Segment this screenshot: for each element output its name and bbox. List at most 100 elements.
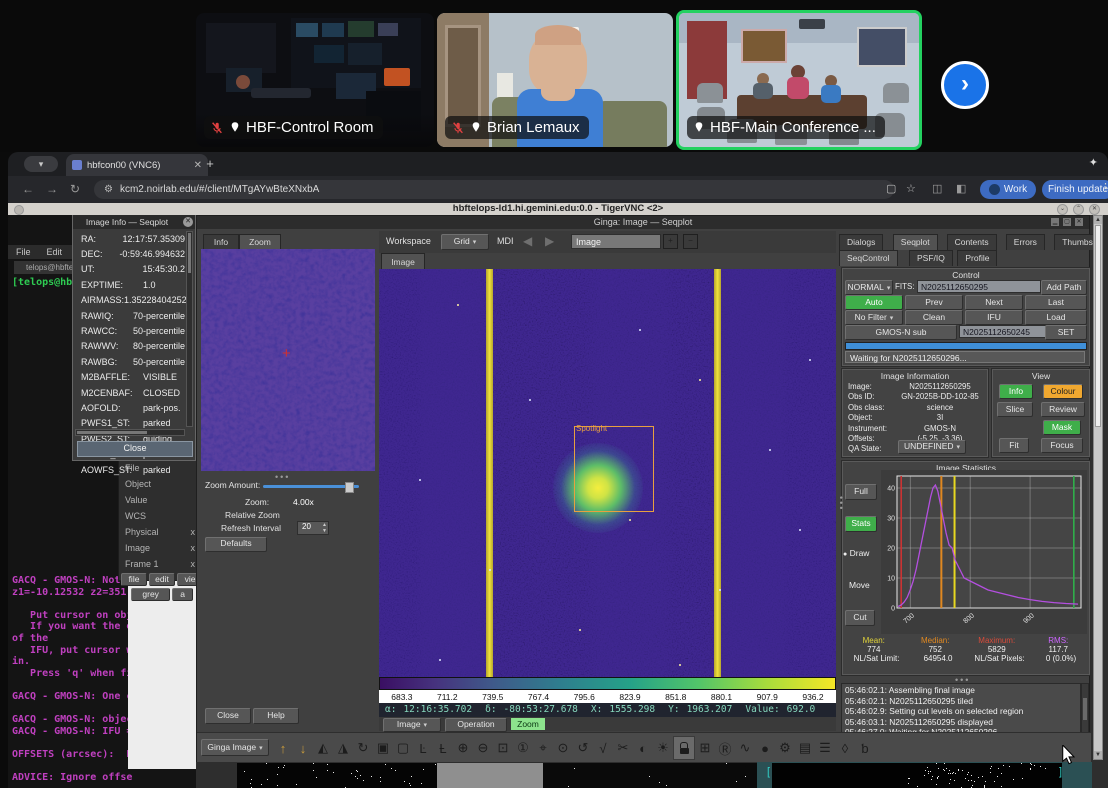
cuts-icon[interactable]: ✂ — [613, 737, 633, 759]
tab-contents[interactable]: Contents — [947, 234, 997, 250]
qa-state-select[interactable]: UNDEFINED▾ — [898, 440, 966, 454]
nav-forward-icon[interactable]: ▶ — [545, 234, 554, 248]
new-tab-button[interactable]: + — [202, 156, 218, 172]
wave-icon[interactable]: ∿ — [735, 737, 755, 759]
workspace-mode-select[interactable]: Grid▾ — [441, 234, 489, 250]
dialog-hscrollbar[interactable] — [75, 429, 185, 436]
channel-select[interactable]: Ginga Image▾ — [201, 739, 269, 756]
ginga-maximize-icon[interactable]: ▢ — [1063, 218, 1071, 226]
ginga-close-icon[interactable]: ✕ — [1075, 218, 1083, 226]
forward-icon[interactable]: → — [46, 182, 58, 196]
zoom-in-icon[interactable]: ⊕ — [453, 737, 473, 759]
back-icon[interactable]: ← — [22, 182, 34, 196]
zoom-fit-icon[interactable]: ⊡ — [493, 737, 513, 759]
zoom-close-button[interactable]: Close — [205, 708, 251, 724]
zoom-help-button[interactable]: Help — [253, 708, 299, 724]
lower-tile-icon[interactable]: ▢ — [393, 737, 413, 759]
ginga-title-bar[interactable]: Ginga: Image — Seqplot ▁ ▢ ✕ — [197, 216, 1089, 229]
stats-cut-button[interactable]: Cut — [845, 610, 875, 626]
gmos-sub-button[interactable]: GMOS-N sub — [845, 325, 957, 340]
image-menu-select[interactable]: Image▾ — [383, 718, 441, 732]
video-tile-brian-lemaux[interactable]: Brian Lemaux — [437, 13, 673, 147]
stats-stats-button[interactable]: Stats — [845, 516, 877, 532]
raise-tile-icon[interactable]: ▣ — [373, 737, 393, 759]
starfield-window[interactable] — [237, 763, 437, 788]
folder-icon[interactable]: ▤ — [795, 737, 815, 759]
brightness-icon[interactable]: ☀ — [653, 737, 673, 759]
sparkle-icon[interactable]: ✦ — [1089, 156, 1098, 169]
load-button[interactable]: Load — [1025, 310, 1087, 325]
image-channel-tab[interactable]: Image — [381, 253, 425, 270]
tab-search-icon[interactable]: ▾ — [24, 156, 58, 172]
menu-file[interactable]: File — [16, 247, 31, 257]
pick-file-button[interactable]: file — [121, 573, 147, 586]
extensions-icon[interactable]: ◫ — [932, 182, 942, 195]
tab-errors[interactable]: Errors — [1006, 234, 1045, 250]
nav-back-icon[interactable]: ◀ — [523, 234, 532, 248]
zoom-preview-image[interactable]: + — [201, 249, 375, 471]
zoom-100-icon[interactable]: ① — [513, 737, 533, 759]
mode-select[interactable]: NORMAL▾ — [845, 280, 893, 295]
menu-edit[interactable]: Edit — [47, 247, 63, 257]
video-tile-control-room[interactable]: HBF-Control Room — [196, 13, 434, 147]
browser-tab[interactable]: hbfcon00 (VNC6) ✕ — [66, 154, 208, 176]
pick-edit-button[interactable]: edit — [149, 573, 175, 586]
tab-seqplot[interactable]: Seqplot — [893, 234, 938, 250]
set-button[interactable]: SET — [1045, 325, 1087, 340]
new-workspace-icon[interactable]: + — [663, 234, 678, 249]
bookmark-star-icon[interactable]: ☆ — [906, 182, 916, 195]
flip-x-icon[interactable]: ◭ — [313, 737, 333, 759]
vnc-minimize-icon[interactable]: ⌄ — [1057, 204, 1068, 215]
vertical-splitter[interactable]: ••• — [836, 496, 846, 511]
side-panel-icon[interactable]: ◧ — [956, 182, 966, 195]
tab-profile[interactable]: Profile — [957, 250, 997, 266]
center-icon[interactable]: ⊙ — [553, 737, 573, 759]
operation-button[interactable]: Operation — [445, 718, 507, 732]
tab-dialogs[interactable]: Dialogs — [839, 234, 883, 250]
zoom-amount-slider[interactable] — [263, 485, 359, 488]
workspace-name-input[interactable] — [571, 234, 661, 249]
dialog-vscrollbar[interactable] — [186, 231, 193, 427]
next-button[interactable]: Next — [965, 295, 1023, 310]
ginga-minimize-icon[interactable]: ▁ — [1051, 218, 1059, 226]
view-colour-button[interactable]: Colour — [1043, 384, 1083, 399]
tag-icon[interactable]: ◊ — [835, 737, 855, 759]
up-icon[interactable]: ↑ — [273, 737, 293, 759]
refresh-interval-stepper[interactable]: 20 ▲▼ — [297, 521, 329, 535]
gray-window-bar[interactable] — [437, 763, 543, 788]
statistics-histogram[interactable]: 010203040700800900 — [881, 470, 1087, 634]
tab-seqcontrol[interactable]: SeqControl — [839, 250, 898, 266]
prev-button[interactable]: Prev — [905, 295, 963, 310]
reload-icon[interactable]: ↻ — [70, 182, 80, 196]
view-fit-button[interactable]: Fit — [999, 438, 1029, 453]
settings-icon[interactable]: ⚙ — [775, 737, 795, 759]
log-scrollbar[interactable] — [1081, 683, 1089, 738]
close-workspace-icon[interactable]: − — [683, 234, 698, 249]
zoom-out-icon[interactable]: ⊖ — [473, 737, 493, 759]
sub-input[interactable] — [959, 325, 1047, 338]
tab-close-icon[interactable]: ✕ — [194, 160, 202, 171]
dark-window[interactable] — [543, 763, 757, 788]
video-tile-main-conference[interactable]: HBF-Main Conference ... — [676, 10, 922, 150]
kebab-menu-icon[interactable]: ⋮ — [1100, 181, 1108, 194]
lock-icon[interactable] — [673, 736, 695, 760]
spotlight-region[interactable]: Spotlight — [574, 426, 654, 512]
tab-psf-iq[interactable]: PSF/IQ — [909, 250, 953, 266]
site-settings-icon[interactable]: ⚙ — [104, 184, 113, 195]
view-review-button[interactable]: Review — [1041, 402, 1085, 417]
view-info-button[interactable]: Info — [999, 384, 1033, 399]
point-icon[interactable]: ● — [755, 737, 775, 759]
view-slice-button[interactable]: Slice — [997, 402, 1033, 417]
view-mask-button[interactable]: Mask — [1043, 420, 1081, 435]
sqrt-stretch-icon[interactable]: √ — [593, 737, 613, 759]
image-info-dialog[interactable]: Image Info — Seqplot ✕ RA:12:17:57.35309… — [72, 215, 196, 461]
cut-high-icon[interactable]: Ƚ — [433, 737, 453, 759]
teal-window[interactable]: [ ] — [757, 762, 1092, 788]
save-page-icon[interactable]: ▢ — [886, 182, 896, 195]
flip-y-icon[interactable]: ◮ — [333, 737, 353, 759]
profile-button[interactable]: Work — [980, 180, 1036, 199]
layers-icon[interactable]: ☰ — [815, 737, 835, 759]
stepper-arrows-icon[interactable]: ▲▼ — [322, 522, 327, 534]
vnc-maximize-icon[interactable]: ⌃ — [1073, 204, 1084, 215]
dialog-title-bar[interactable]: Image Info — Seqplot ✕ — [73, 215, 195, 229]
